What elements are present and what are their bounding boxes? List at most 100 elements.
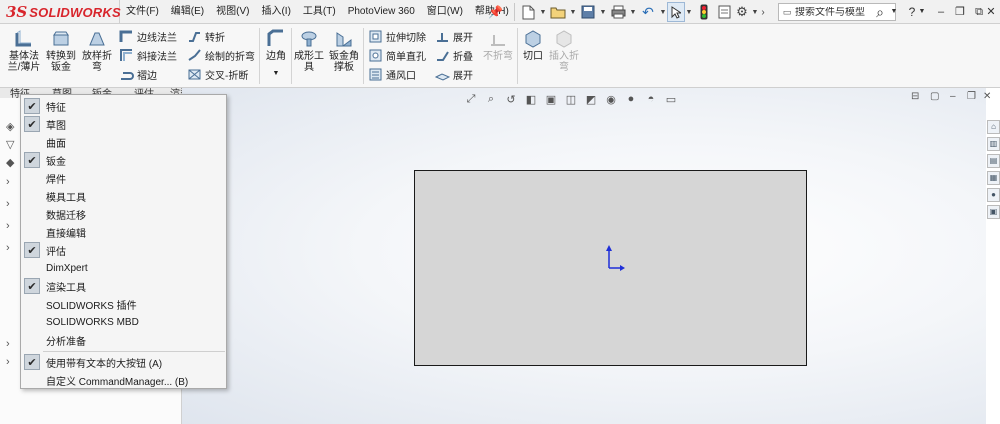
pin-icon[interactable]: 📌 (488, 0, 503, 24)
chevron-down-icon[interactable]: ▼ (917, 0, 927, 24)
cross-break-button[interactable]: 交叉-折断 (186, 65, 248, 83)
part-icon[interactable]: ◆ (6, 156, 14, 169)
chevron-down-icon[interactable]: ▼ (569, 2, 577, 22)
menu-window[interactable]: 窗口(W) (421, 0, 469, 24)
fold-button[interactable]: 折叠 (434, 46, 473, 64)
zoom-to-area-icon[interactable]: ⌕ (483, 91, 499, 107)
edit-appearance-icon[interactable]: ● (623, 91, 639, 107)
chevron-down-icon[interactable]: ▼ (539, 2, 547, 22)
viewport-restore-icon[interactable]: ❐ (967, 91, 976, 102)
edge-flange-button[interactable]: 边线法兰 (118, 27, 177, 45)
menu-insert[interactable]: 插入(I) (255, 0, 296, 24)
menu-item-data-migration[interactable]: 数据迁移 (21, 205, 226, 223)
view-settings-icon[interactable]: ▭ (663, 91, 679, 107)
print-icon[interactable] (607, 2, 629, 22)
menu-item-use-large-buttons[interactable]: ✔ 使用带有文本的大按钮 (A) (21, 353, 226, 371)
open-folder-icon[interactable] (547, 2, 569, 22)
menu-item-sheet-metal[interactable]: ✔ 钣金 (21, 151, 226, 169)
chevron-right-icon[interactable]: › (759, 2, 767, 22)
gear-icon[interactable]: ⚙ (733, 2, 751, 22)
convert-to-sheet-metal-button[interactable]: 转换到 钣金 (46, 28, 76, 73)
hem-button[interactable]: 褶边 (118, 65, 157, 83)
design-library-icon[interactable]: ▥ (987, 137, 1000, 151)
minimize-icon[interactable]: – (932, 0, 950, 24)
restore-icon[interactable]: ❐ (951, 0, 969, 24)
chevron-down-icon[interactable]: ▼ (599, 2, 607, 22)
expand-arrow-icon[interactable]: › (6, 338, 10, 350)
chevron-down-icon[interactable]: ▼ (751, 2, 759, 22)
search-icon[interactable]: ⌕ (871, 0, 889, 24)
sketched-bend-button[interactable]: 绘制的折弯 (186, 46, 255, 64)
no-bends-button[interactable]: 不折弯 (482, 28, 514, 62)
hide-show-items-icon[interactable]: ◉ (603, 91, 619, 107)
menu-edit[interactable]: 编辑(E) (165, 0, 210, 24)
previous-view-icon[interactable]: ↺ (503, 91, 519, 107)
menu-item-mold-tools[interactable]: 模具工具 (21, 187, 226, 205)
extruded-cut-button[interactable]: 拉伸切除 (367, 27, 426, 45)
rip-button[interactable]: 切口 (521, 28, 545, 62)
dynamic-annotation-icon[interactable]: ▣ (543, 91, 559, 107)
feature-tree-icon[interactable]: ◈ (6, 120, 14, 133)
expand-arrow-icon[interactable]: › (6, 176, 10, 188)
expand-arrow-icon[interactable]: › (6, 242, 10, 254)
menu-item-solidworks-mbd[interactable]: SOLIDWORKS MBD (21, 313, 226, 331)
menu-item-weldments[interactable]: 焊件 (21, 169, 226, 187)
flatten-button[interactable]: 展开 (434, 65, 473, 83)
menu-item-direct-editing[interactable]: 直接编辑 (21, 223, 226, 241)
view-orientation-icon[interactable]: ◫ (563, 91, 579, 107)
select-pointer-icon[interactable] (667, 2, 685, 22)
unfold-button[interactable]: 展开 (434, 27, 473, 45)
chevron-down-icon[interactable]: ▼ (273, 68, 280, 79)
base-flange-button[interactable]: 基体法 兰/薄片 (6, 28, 42, 73)
sheet-metal-gusset-button[interactable]: 钣金角 撑板 (329, 28, 359, 73)
traffic-light-rebuild-icon[interactable] (693, 2, 715, 22)
menu-photoview[interactable]: PhotoView 360 (342, 0, 421, 24)
chevron-down-icon[interactable]: ▼ (685, 2, 693, 22)
new-document-icon[interactable] (517, 2, 539, 22)
menu-item-sketch[interactable]: ✔ 草图 (21, 115, 226, 133)
simple-hole-button[interactable]: 简单直孔 (367, 46, 426, 64)
expand-arrow-icon[interactable]: › (6, 220, 10, 232)
menu-item-evaluate[interactable]: ✔ 评估 (21, 241, 226, 259)
menu-item-dimxpert[interactable]: DimXpert (21, 259, 226, 277)
app-logo[interactable]: 3S SOLIDWORKS (0, 0, 121, 24)
float-view-icon[interactable]: ▢ (930, 91, 939, 102)
menu-item-features[interactable]: ✔ 特征 (21, 97, 226, 115)
apply-scene-icon[interactable]: ◓ (643, 91, 659, 107)
forming-tool-button[interactable]: 成形工 具 (294, 28, 324, 73)
chevron-down-icon[interactable]: ▼ (629, 2, 637, 22)
miter-flange-button[interactable]: 斜接法兰 (118, 46, 177, 64)
chevron-down-icon[interactable]: ▼ (889, 0, 899, 24)
insert-bends-button[interactable]: 插入折 弯 (548, 28, 580, 73)
corners-button[interactable]: 边角 ▼ (263, 28, 289, 79)
expand-arrow-icon[interactable]: › (6, 198, 10, 210)
menu-item-customize-commandmanager[interactable]: 自定义 CommandManager... (B) (21, 371, 226, 389)
viewport-close-icon[interactable]: ✕ (983, 91, 991, 102)
split-view-icon[interactable]: ⊟ (911, 91, 919, 102)
undo-icon[interactable]: ↶ (637, 2, 659, 22)
file-explorer-icon[interactable]: ▤ (987, 154, 1000, 168)
lofted-bend-button[interactable]: 放样折 弯 (82, 28, 112, 73)
menu-tools[interactable]: 工具(T) (297, 0, 342, 24)
vent-button[interactable]: 通风口 (367, 65, 416, 83)
filter-icon[interactable]: ▽ (6, 138, 14, 151)
close-icon[interactable]: ✕ (982, 0, 1000, 24)
menu-item-surfaces[interactable]: 曲面 (21, 133, 226, 151)
save-icon[interactable] (577, 2, 599, 22)
zoom-to-fit-icon[interactable]: ⤢ (463, 91, 479, 107)
viewport-minimize-icon[interactable]: – (950, 91, 956, 102)
file-properties-icon[interactable] (715, 2, 733, 22)
expand-arrow-icon[interactable]: › (6, 356, 10, 368)
menu-item-analysis-preparation[interactable]: 分析准备 (21, 331, 226, 349)
display-style-icon[interactable]: ◩ (583, 91, 599, 107)
menu-view[interactable]: 视图(V) (210, 0, 255, 24)
menu-item-render-tools[interactable]: ✔ 渲染工具 (21, 277, 226, 295)
custom-properties-icon[interactable]: ▣ (987, 205, 1000, 219)
appearances-icon[interactable]: ● (987, 188, 1000, 202)
chevron-down-icon[interactable]: ▼ (659, 2, 667, 22)
menu-file[interactable]: 文件(F) (120, 0, 165, 24)
jog-button[interactable]: 转折 (186, 27, 225, 45)
view-palette-icon[interactable]: ▦ (987, 171, 1000, 185)
home-icon[interactable]: ⌂ (987, 120, 1000, 134)
section-view-icon[interactable]: ◧ (523, 91, 539, 107)
